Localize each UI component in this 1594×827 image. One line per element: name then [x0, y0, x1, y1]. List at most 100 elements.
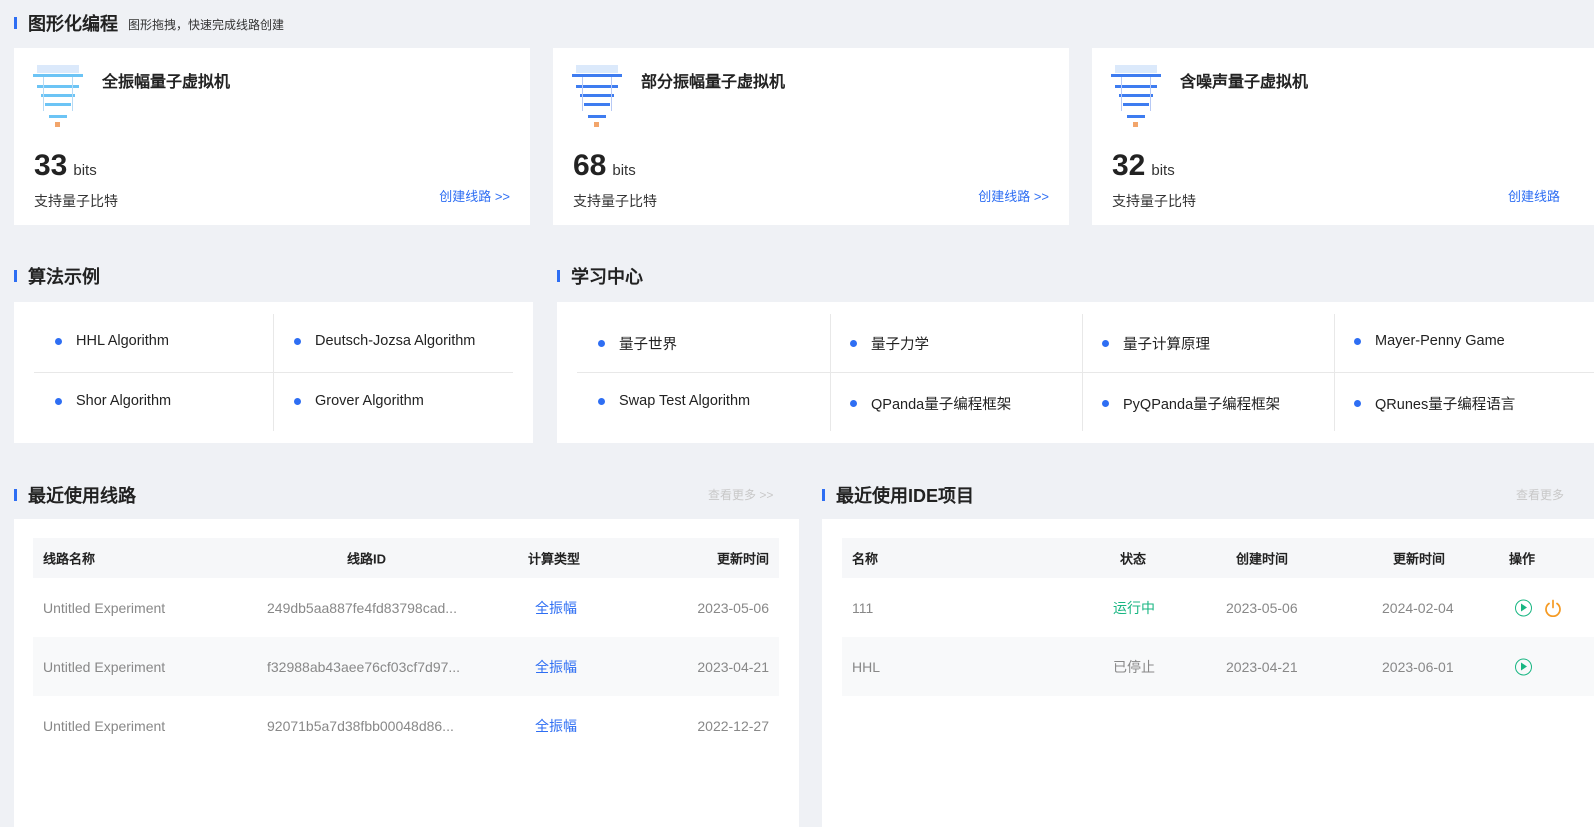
circuit-name: Untitled Experiment: [43, 599, 166, 616]
divider: [34, 372, 513, 373]
qubit-unit: bits: [1151, 162, 1175, 179]
table-row[interactable]: HHL 已停止 2023-04-21 2023-06-01: [842, 637, 1594, 696]
learning-label: QPanda量子编程框架: [871, 397, 1012, 413]
algorithm-link[interactable]: Shor Algorithm: [55, 393, 171, 409]
update-time: 2022-12-27: [697, 717, 769, 734]
table-row[interactable]: Untitled Experiment 92071b5a7d38fbb00048…: [33, 696, 779, 755]
section-title-graphical: 图形化编程 图形拖拽，快速完成线路创建: [14, 10, 284, 36]
section-title-recent-circuits: 最近使用线路: [14, 482, 136, 508]
bullet-icon: [294, 337, 301, 345]
learning-label: Mayer-Penny Game: [1375, 333, 1505, 349]
status-badge: 已停止: [1113, 658, 1155, 675]
create-circuit-link[interactable]: 创建线路 >>: [439, 186, 510, 205]
qubit-count-value: 68: [573, 149, 607, 182]
table-row[interactable]: Untitled Experiment 249db5aa887fe4fd8379…: [33, 578, 779, 637]
column-header: 线路ID: [347, 551, 387, 567]
qubit-count: 33 bits: [34, 149, 97, 183]
vm-name: 全振幅量子虚拟机: [102, 74, 231, 91]
circuit-id: 92071b5a7d38fbb00048d86...: [267, 717, 454, 734]
vm-desc: 支持量子比特: [573, 193, 657, 209]
circuit-id: f32988ab43aee76cf03cf7d97...: [267, 658, 461, 675]
section-subtitle: 图形拖拽，快速完成线路创建: [128, 17, 285, 32]
vm-name: 含噪声量子虚拟机: [1180, 74, 1309, 91]
table-row[interactable]: 111 运行中 2023-05-06 2024-02-04: [842, 578, 1594, 637]
section-title-algorithms: 算法示例: [14, 263, 100, 289]
vm-card-partial-amplitude[interactable]: 部分振幅量子虚拟机 68 bits 支持量子比特 创建线路 >>: [553, 48, 1069, 225]
vm-name: 部分振幅量子虚拟机: [641, 74, 786, 91]
run-icon[interactable]: [1515, 658, 1532, 675]
learning-link[interactable]: 量子计算原理: [1102, 333, 1210, 354]
update-time: 2024-02-04: [1382, 599, 1454, 616]
run-icon[interactable]: [1515, 599, 1532, 616]
vm-card-full-amplitude[interactable]: 全振幅量子虚拟机 33 bits 支持量子比特 创建线路 >>: [14, 48, 530, 225]
algorithm-label: HHL Algorithm: [76, 333, 169, 349]
algorithm-label: Grover Algorithm: [315, 393, 424, 409]
learning-label: 量子世界: [619, 337, 677, 353]
column-header: 操作: [1509, 551, 1536, 567]
column-header: 线路名称: [43, 551, 96, 567]
vm-desc: 支持量子比特: [34, 193, 118, 209]
algorithm-label: Shor Algorithm: [76, 393, 172, 409]
table-row[interactable]: Untitled Experiment f32988ab43aee76cf03c…: [33, 637, 779, 696]
bullet-icon: [55, 397, 62, 405]
bullet-icon: [1102, 400, 1109, 407]
learning-link[interactable]: QPanda量子编程框架: [850, 393, 1011, 414]
recent-ide-panel: 名称 状态 创建时间 更新时间 操作 111 运行中 2023-05-06 20…: [822, 519, 1594, 827]
algorithm-link[interactable]: Grover Algorithm: [294, 393, 424, 409]
bullet-icon: [1354, 337, 1361, 345]
update-time: 2023-04-21: [697, 658, 769, 675]
algorithm-link[interactable]: Deutsch-Jozsa Algorithm: [294, 333, 475, 349]
section-title-recent-ide: 最近使用IDE项目: [822, 482, 974, 508]
quantum-chip-icon: [1111, 65, 1161, 127]
learning-link[interactable]: 量子力学: [850, 333, 929, 354]
learning-link[interactable]: PyQPanda量子编程框架: [1102, 393, 1280, 414]
algorithms-panel: HHL Algorithm Deutsch-Jozsa Algorithm Sh…: [14, 302, 533, 443]
column-header: 创建时间: [1236, 551, 1289, 567]
create-circuit-link[interactable]: 创建线路 >>: [978, 186, 1049, 205]
section-title-text: 图形化编程: [28, 14, 118, 34]
circuit-name: Untitled Experiment: [43, 658, 166, 675]
create-circuit-link[interactable]: 创建线路: [1508, 186, 1560, 205]
learning-link[interactable]: Swap Test Algorithm: [598, 393, 750, 409]
section-title-text: 最近使用线路: [28, 486, 136, 506]
qubit-count-value: 33: [34, 149, 68, 182]
vm-card-noisy[interactable]: 含噪声量子虚拟机 32 bits 支持量子比特 创建线路: [1092, 48, 1594, 225]
qubit-unit: bits: [612, 162, 636, 179]
status-badge: 运行中: [1113, 599, 1155, 616]
section-title-learning: 学习中心: [557, 263, 643, 289]
column-header: 更新时间: [716, 551, 769, 567]
calc-type-link[interactable]: 全振幅: [535, 716, 577, 736]
bullet-icon: [598, 340, 605, 347]
circuit-name: Untitled Experiment: [43, 717, 166, 734]
learning-label: 量子计算原理: [1123, 337, 1210, 353]
learning-label: QRunes量子编程语言: [1375, 397, 1516, 413]
column-header: 更新时间: [1393, 551, 1446, 567]
project-name: HHL: [852, 658, 881, 675]
column-header: 状态: [1120, 551, 1147, 567]
calc-type-link[interactable]: 全振幅: [535, 657, 577, 677]
circuit-id: 249db5aa887fe4fd83798cad...: [267, 599, 457, 616]
section-title-text: 学习中心: [571, 267, 643, 287]
algorithm-link[interactable]: HHL Algorithm: [55, 333, 169, 349]
learning-link[interactable]: Mayer-Penny Game: [1354, 333, 1505, 349]
column-header: 名称: [852, 551, 879, 567]
bullet-icon: [850, 400, 857, 407]
qubit-unit: bits: [73, 162, 97, 179]
table-header: 名称 状态 创建时间 更新时间 操作: [842, 538, 1594, 578]
section-marker: [14, 17, 17, 29]
view-more-ide-link[interactable]: 查看更多: [1516, 486, 1564, 503]
section-marker: [557, 270, 560, 282]
create-time: 2023-04-21: [1226, 658, 1298, 675]
recent-circuits-panel: 线路名称 线路ID 计算类型 更新时间 Untitled Experiment …: [14, 519, 799, 827]
power-icon[interactable]: [1544, 599, 1562, 617]
column-header: 计算类型: [528, 551, 581, 567]
section-marker: [14, 489, 17, 501]
calc-type-link[interactable]: 全振幅: [535, 598, 577, 618]
algorithm-label: Deutsch-Jozsa Algorithm: [315, 333, 476, 349]
learning-link[interactable]: 量子世界: [598, 333, 677, 354]
section-marker: [822, 489, 825, 501]
learning-link[interactable]: QRunes量子编程语言: [1354, 393, 1515, 414]
divider: [577, 372, 1594, 373]
view-more-circuits-link[interactable]: 查看更多 >>: [708, 486, 773, 503]
qubit-count-value: 32: [1112, 149, 1146, 182]
